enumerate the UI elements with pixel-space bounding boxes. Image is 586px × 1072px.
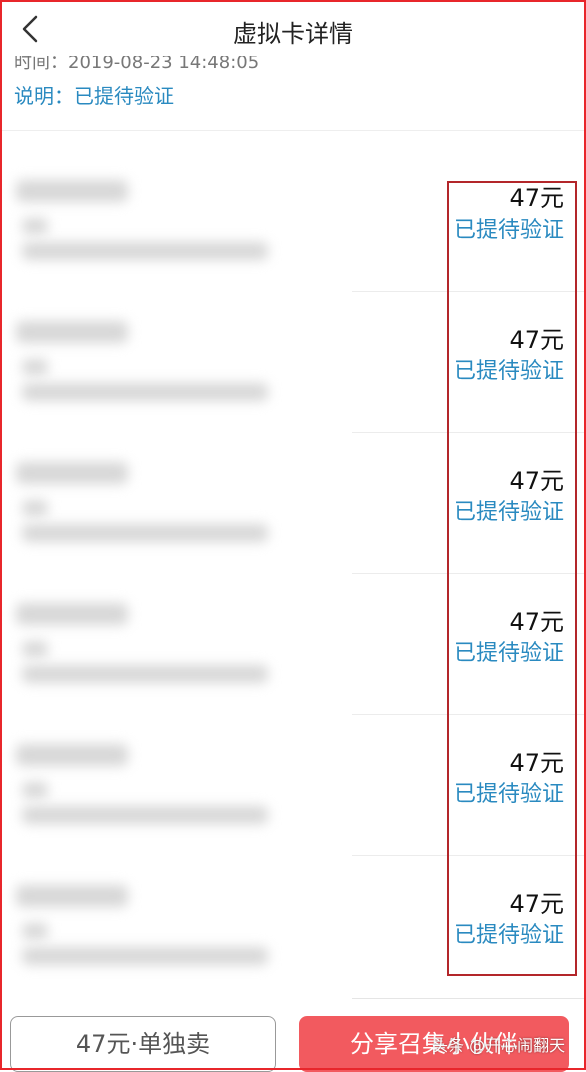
redacted-detail (22, 806, 268, 824)
redacted-subtitle (22, 218, 48, 234)
divider (352, 998, 584, 999)
redacted-subtitle (22, 641, 48, 657)
redacted-subtitle (22, 359, 48, 375)
redacted-detail (22, 242, 268, 260)
redacted-title (16, 603, 128, 625)
redacted-detail (22, 524, 268, 542)
highlight-box (447, 181, 577, 976)
redacted-subtitle (22, 500, 48, 516)
redacted-detail (22, 665, 268, 683)
redacted-title (16, 180, 128, 202)
redacted-title (16, 462, 128, 484)
redacted-subtitle (22, 782, 48, 798)
info-description: 说明：已提待验证 (14, 84, 174, 108)
divider (2, 130, 584, 131)
redacted-title (16, 321, 128, 343)
watermark: 头条 @开心闹翻天 (432, 1036, 566, 1055)
redacted-title (16, 885, 128, 907)
redacted-detail (22, 947, 268, 965)
redacted-detail (22, 383, 268, 401)
redacted-title (16, 744, 128, 766)
page-title: 虚拟卡详情 (233, 20, 353, 48)
redacted-subtitle (22, 923, 48, 939)
info-time: 时间：2019-08-23 14:48:05 (14, 56, 260, 70)
sell-alone-button[interactable]: 47元·单独卖 (10, 1016, 276, 1072)
nav-bar: 虚拟卡详情 (2, 2, 584, 58)
